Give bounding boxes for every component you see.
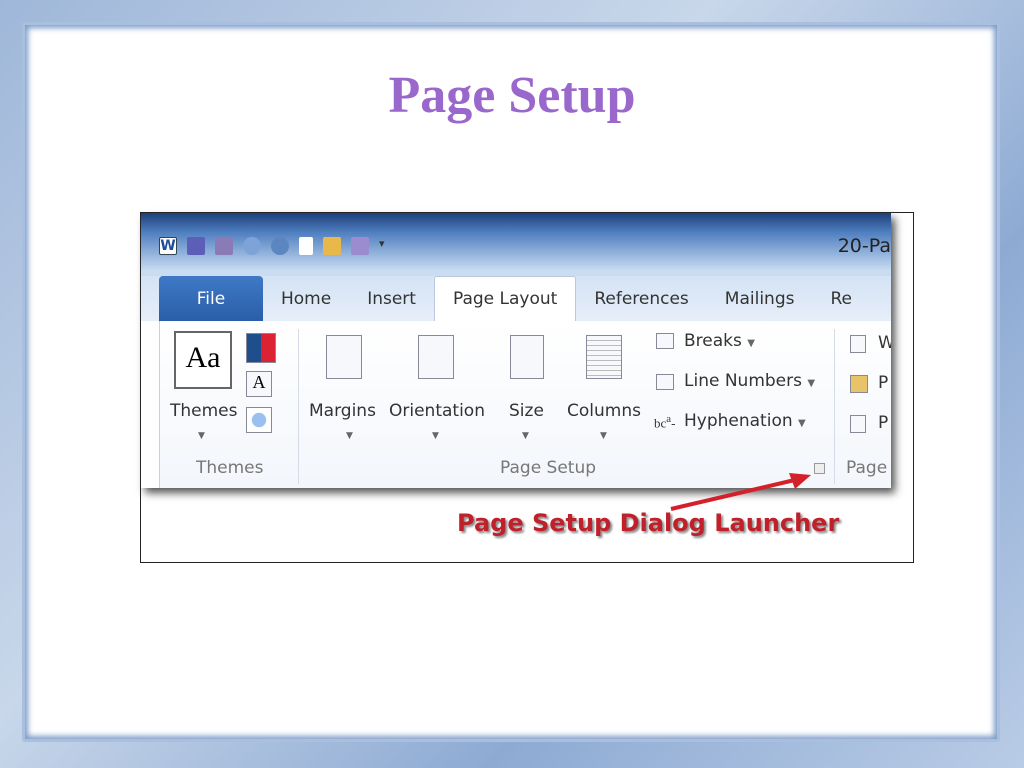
annotation-caption: Page Setup Dialog Launcher — [457, 509, 840, 537]
slide-title: Page Setup — [388, 67, 636, 124]
screenshot: W ▾ 20-Pa File Home Insert Page Layout R… — [140, 212, 914, 563]
